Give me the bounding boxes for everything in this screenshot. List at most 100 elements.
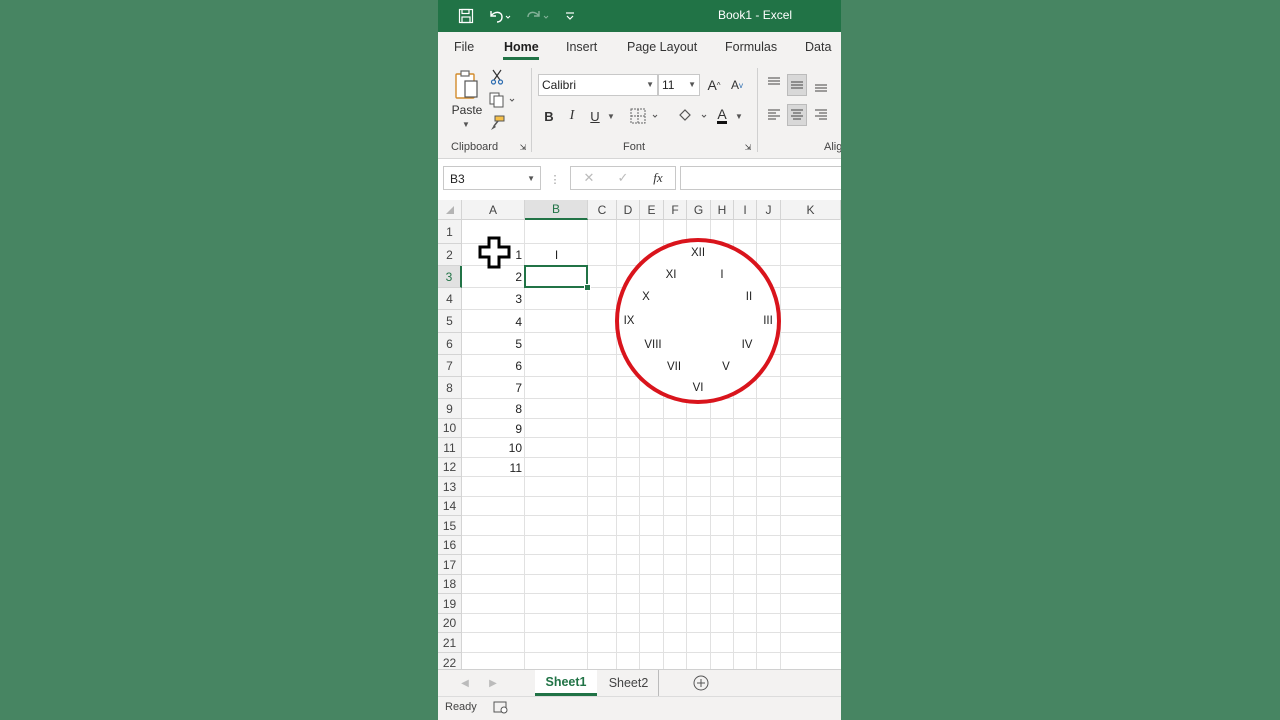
align-center-icon[interactable] [787,104,807,126]
column-header-b[interactable]: B [525,200,588,220]
bottom-align-icon[interactable] [812,76,830,96]
row-header[interactable]: 14 [438,497,462,516]
redo-icon[interactable] [522,0,552,32]
row-header[interactable]: 3 [438,266,462,288]
enter-icon[interactable]: ✓ [613,169,633,187]
column-header-f[interactable]: F [664,200,687,220]
tab-page-layout[interactable]: Page Layout [627,40,697,54]
borders-icon[interactable] [630,105,660,127]
row-header[interactable]: 1 [438,220,462,244]
undo-icon[interactable] [484,0,514,32]
row-header[interactable]: 9 [438,399,462,419]
name-box[interactable]: B3 ▼ [443,166,541,190]
fill-handle[interactable] [584,284,591,291]
column-header-e[interactable]: E [640,200,664,220]
cell-a12[interactable]: 11 [462,458,525,477]
clock-numeral-x: X [642,291,650,303]
column-header-k[interactable]: K [781,200,841,220]
scroll-left-icon[interactable]: ◀ [458,670,472,696]
top-align-icon[interactable] [765,74,783,92]
macro-record-icon[interactable] [493,700,509,719]
align-left-icon[interactable] [765,105,783,125]
paste-button[interactable]: Paste [450,102,484,118]
group-separator [531,68,532,152]
row-header[interactable]: 5 [438,310,462,333]
row-header[interactable]: 4 [438,288,462,310]
paste-icon[interactable] [452,68,482,102]
formula-bar-splitter[interactable]: ⋮ [550,171,561,187]
middle-align-icon[interactable] [787,74,807,96]
cell-a10[interactable]: 9 [462,419,525,438]
cell-a9[interactable]: 8 [462,399,525,419]
align-right-icon[interactable] [812,105,830,125]
cell-a5[interactable]: 4 [462,310,525,333]
underline-dropdown-icon[interactable]: ▼ [606,109,616,123]
row-header[interactable]: 20 [438,614,462,633]
tab-file[interactable]: File [454,40,474,54]
font-name-select[interactable]: Calibri ▼ [538,74,658,96]
cell-a4[interactable]: 3 [462,288,525,310]
fill-color-icon[interactable] [676,105,710,127]
cell-a6[interactable]: 5 [462,333,525,355]
row-header[interactable]: 13 [438,477,462,497]
font-color-button[interactable]: A [714,104,730,126]
scroll-right-icon[interactable]: ▶ [486,670,500,696]
cancel-icon[interactable]: ✕ [579,169,599,187]
insert-function-button[interactable]: fx [647,169,669,187]
column-header-g[interactable]: G [687,200,711,220]
tab-home[interactable]: Home [504,40,539,54]
row-header[interactable]: 22 [438,653,462,670]
cell-a11[interactable]: 10 [462,438,525,458]
cut-icon[interactable] [488,68,506,86]
bold-button[interactable]: B [540,105,558,127]
row-header[interactable]: 2 [438,244,462,266]
save-icon[interactable] [456,0,476,32]
column-header-i[interactable]: I [734,200,757,220]
formula-input[interactable] [680,166,841,190]
clock-numeral-ii: II [745,291,753,303]
paste-dropdown-icon[interactable]: ▼ [460,118,472,130]
row-header[interactable]: 12 [438,458,462,477]
row-header[interactable]: 10 [438,419,462,438]
row-header[interactable]: 7 [438,355,462,377]
sheet-tab-sheet1[interactable]: Sheet1 [535,670,597,696]
cell-b2[interactable]: I [525,244,588,266]
format-painter-icon[interactable] [488,114,506,132]
row-header[interactable]: 21 [438,633,462,653]
selected-cell-b3[interactable] [524,265,588,288]
decrease-font-size-button[interactable]: Av [727,74,747,96]
column-header-a[interactable]: A [462,200,525,220]
clipboard-launcher-icon[interactable]: ⇲ [518,142,528,152]
customize-qat-icon[interactable] [562,0,578,32]
tab-formulas[interactable]: Formulas [725,40,777,54]
column-header-d[interactable]: D [617,200,640,220]
sheet-tab-sheet2[interactable]: Sheet2 [599,670,659,696]
row-header[interactable]: 8 [438,377,462,399]
row-header[interactable]: 11 [438,438,462,458]
new-sheet-icon[interactable] [691,670,711,696]
column-header-c[interactable]: C [588,200,617,220]
cell-a7[interactable]: 6 [462,355,525,377]
tab-insert[interactable]: Insert [566,40,597,54]
copy-icon[interactable] [488,91,518,109]
row-header[interactable]: 18 [438,575,462,594]
tab-data[interactable]: Data [805,40,831,54]
column-header-h[interactable]: H [711,200,734,220]
cell-a8[interactable]: 7 [462,377,525,399]
font-color-dropdown-icon[interactable]: ▼ [734,109,744,123]
increase-font-size-button[interactable]: A ^ [704,74,724,96]
select-all-corner[interactable] [438,200,462,220]
row-header[interactable]: 19 [438,594,462,614]
italic-button[interactable]: I [563,105,581,127]
row-header[interactable]: 15 [438,516,462,536]
font-size-value: 11 [662,78,675,92]
column-header-j[interactable]: J [757,200,781,220]
row-header[interactable]: 6 [438,333,462,355]
active-tab-indicator [503,57,539,60]
row-header[interactable]: 16 [438,536,462,555]
cell-select-cursor-icon [478,236,511,269]
font-launcher-icon[interactable]: ⇲ [743,142,753,152]
row-header[interactable]: 17 [438,555,462,575]
underline-button[interactable]: U [586,105,604,127]
font-size-select[interactable]: 11 ▼ [658,74,700,96]
